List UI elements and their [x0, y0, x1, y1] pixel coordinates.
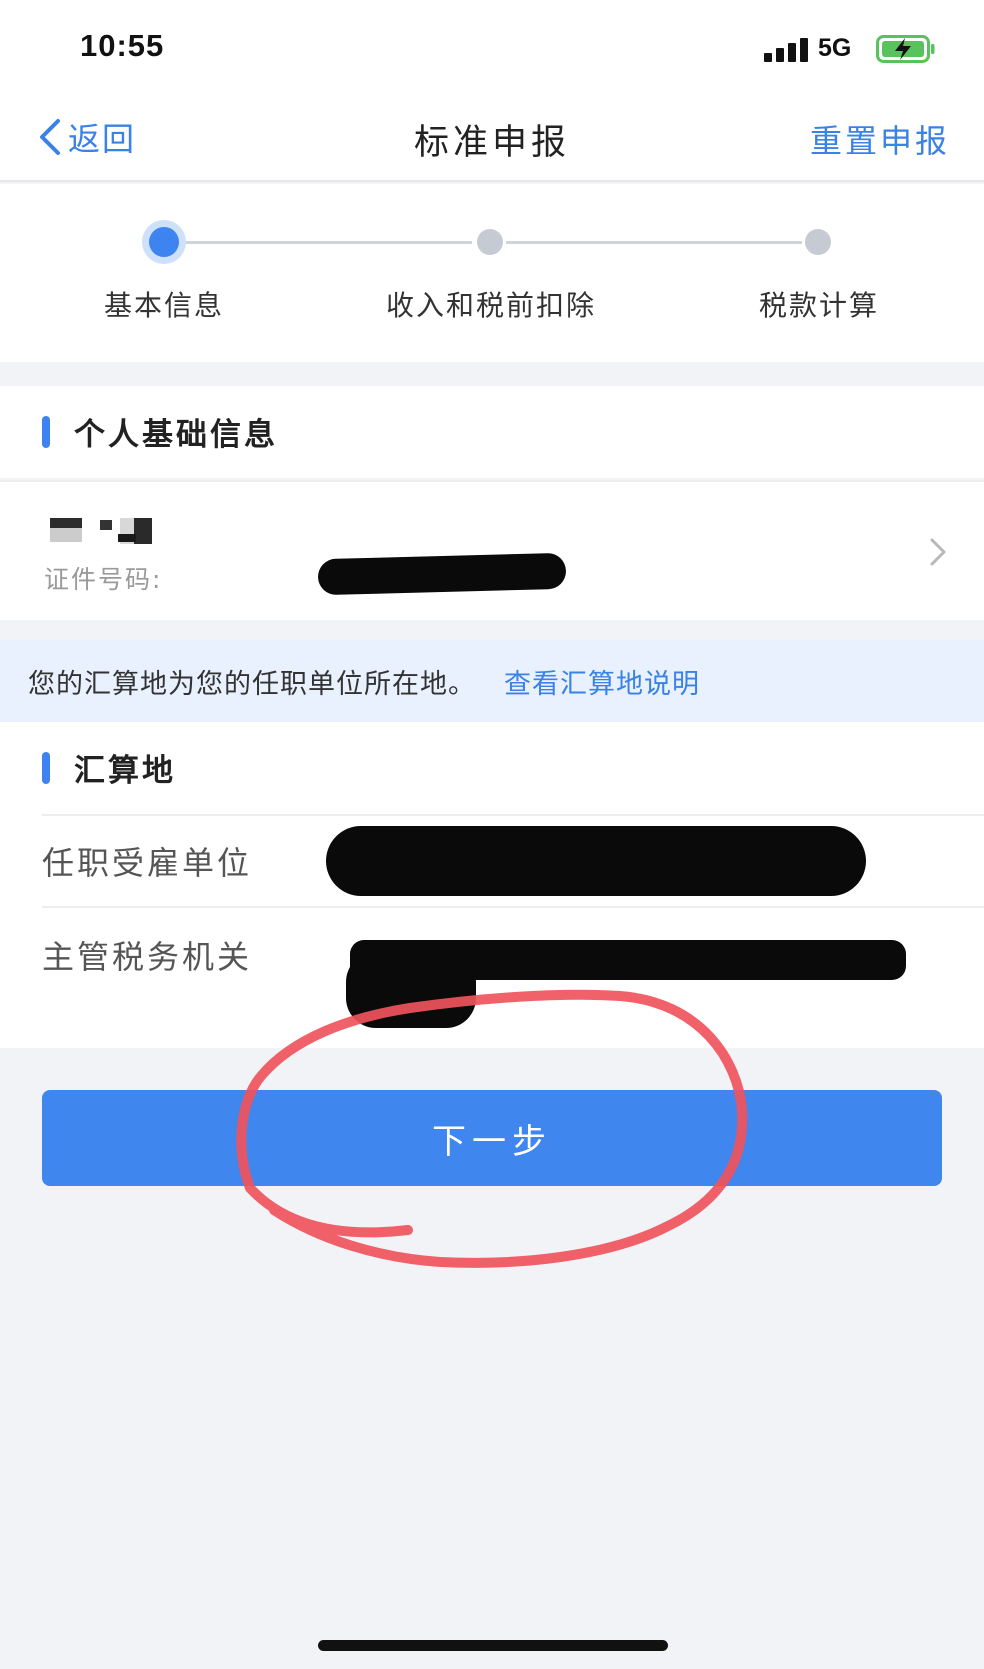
- next-step-button[interactable]: 下一步: [42, 1090, 942, 1186]
- person-row[interactable]: 证件号码:: [0, 480, 984, 620]
- step-label-tax-calc: 税款计算: [758, 289, 879, 322]
- status-time: 10:55: [80, 28, 165, 63]
- step-label-basic-info: 基本信息: [103, 289, 224, 322]
- step-connector: [178, 241, 472, 244]
- nav-bar: 返回 标准申报 重置申报: [0, 92, 984, 182]
- section-title-personal: 个人基础信息: [74, 416, 278, 453]
- step-label-income: 收入和税前扣除: [385, 289, 596, 322]
- id-number-redacted: [317, 552, 567, 596]
- step-dot-income: [477, 229, 503, 255]
- id-number-label: 证件号码:: [44, 565, 163, 594]
- chevron-right-icon: [930, 538, 946, 566]
- employer-redacted: [326, 826, 866, 896]
- step-indicator: 基本信息 收入和税前扣除 税款计算: [0, 184, 984, 362]
- section-accent-bar: [42, 752, 50, 784]
- battery-charging-icon: [876, 35, 935, 63]
- network-type: 5G: [818, 34, 852, 62]
- employer-label: 任职受雇单位: [42, 844, 253, 882]
- step-connector: [506, 241, 802, 244]
- settlement-section: 汇算地 任职受雇单位 主管税务机关: [0, 722, 984, 1048]
- home-indicator: [318, 1640, 668, 1651]
- section-accent-bar: [42, 416, 50, 448]
- name-redacted: [50, 518, 152, 544]
- section-header: 汇算地: [0, 722, 984, 812]
- tax-authority-label: 主管税务机关: [42, 938, 253, 976]
- settlement-notice: 您的汇算地为您的任职单位所在地。 查看汇算地说明: [0, 640, 984, 722]
- reset-declaration-button[interactable]: 重置申报: [810, 116, 950, 162]
- section-header: 个人基础信息: [0, 386, 984, 476]
- signal-icon: [764, 38, 808, 62]
- status-bar: 10:55 5G: [0, 0, 984, 92]
- notice-text: 您的汇算地为您的任职单位所在地。: [28, 668, 476, 700]
- tax-authority-redacted-2: [346, 952, 476, 1028]
- step-dot-tax-calc: [805, 229, 831, 255]
- settlement-explanation-link[interactable]: 查看汇算地说明: [504, 662, 700, 701]
- personal-info-section: 个人基础信息: [0, 386, 984, 478]
- step-dot-basic-info: [149, 227, 179, 257]
- section-title-settlement: 汇算地: [74, 752, 176, 789]
